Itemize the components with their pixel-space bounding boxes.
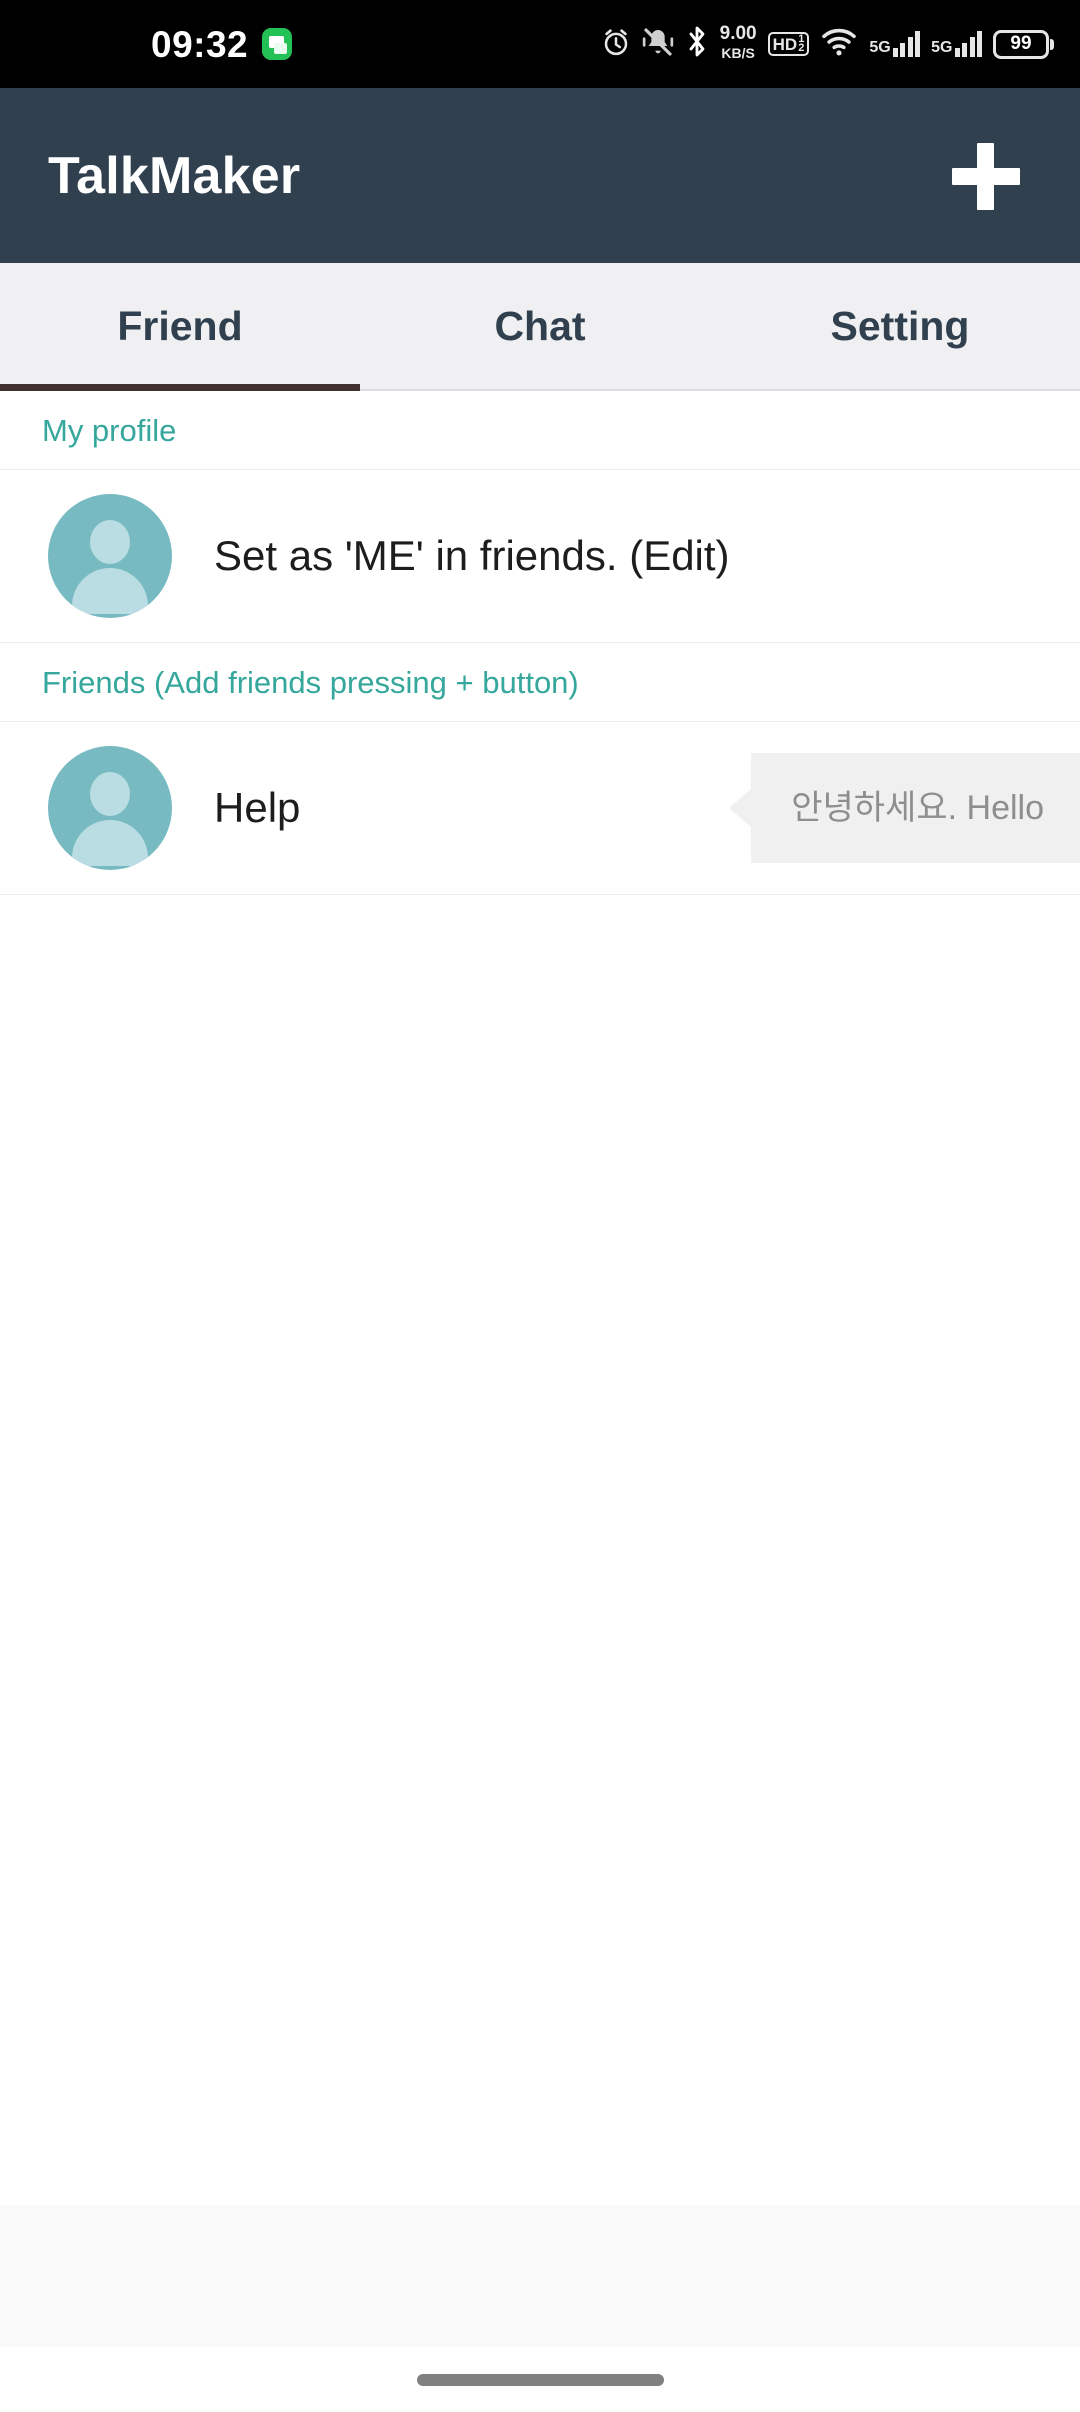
- bluetooth-icon: [685, 25, 709, 63]
- tab-friend[interactable]: Friend: [0, 263, 360, 391]
- my-profile-row[interactable]: Set as 'ME' in friends. (Edit): [0, 470, 1080, 643]
- tab-chat[interactable]: Chat: [360, 263, 720, 389]
- status-bar: 09:32 9.00 KB/S HD 1 2 5G 5G 99: [0, 0, 1080, 88]
- avatar: [48, 494, 172, 618]
- my-profile-name: Set as 'ME' in friends. (Edit): [214, 532, 730, 579]
- battery-cap: [1050, 38, 1054, 50]
- home-gesture-bar[interactable]: [416, 2373, 664, 2386]
- tab-chat-label: Chat: [494, 302, 586, 349]
- wifi-icon: [820, 27, 858, 62]
- status-bar-right: 9.00 KB/S HD 1 2 5G 5G 99: [601, 23, 1054, 63]
- network-speed-value: 9.00: [719, 23, 757, 45]
- sim2-network-label: 5G: [931, 39, 953, 56]
- tab-active-indicator: [0, 384, 360, 391]
- sim2-signal-bars: [954, 31, 982, 57]
- battery-level-label: 99: [993, 29, 1049, 59]
- alarm-clock-icon: [601, 26, 631, 63]
- hd-voice-icon: HD 1 2: [767, 31, 810, 57]
- hd-label: HD: [772, 34, 798, 54]
- network-speed-indicator: 9.00 KB/S: [719, 23, 757, 62]
- status-message-bubble: 안녕하세요. Hello: [751, 753, 1080, 863]
- navigation-bar: [0, 2347, 1080, 2412]
- status-bar-clock: 09:32: [151, 23, 249, 65]
- friend-list: My profile Set as 'ME' in friends. (Edit…: [0, 391, 1080, 895]
- section-header-my-profile: My profile: [0, 391, 1080, 470]
- page-title: TalkMaker: [48, 146, 301, 205]
- bottom-band: [0, 2205, 1080, 2347]
- app-bar: TalkMaker: [0, 88, 1080, 263]
- battery-indicator: 99: [993, 29, 1054, 59]
- phone-screen: 09:32 9.00 KB/S HD 1 2 5G 5G 99 TalkMake…: [0, 0, 1080, 2412]
- avatar: [48, 746, 172, 870]
- sim2-signal-indicator: 5G: [931, 31, 982, 57]
- network-speed-unit: KB/S: [721, 45, 755, 61]
- tab-setting[interactable]: Setting: [720, 263, 1080, 389]
- tab-friend-label: Friend: [117, 302, 243, 349]
- bell-muted-icon: [642, 26, 674, 63]
- messaging-app-icon: [262, 28, 293, 60]
- friend-name: Help: [214, 784, 301, 831]
- tab-setting-label: Setting: [830, 302, 970, 349]
- sim1-signal-indicator: 5G: [869, 31, 921, 57]
- status-bar-left: 09:32: [151, 23, 293, 65]
- section-header-friends: Friends (Add friends pressing + button): [0, 643, 1080, 722]
- friend-row-help[interactable]: Help 안녕하세요. Hello: [0, 722, 1080, 895]
- hd-sub: 2: [798, 42, 805, 54]
- sim1-signal-bars: [892, 31, 921, 57]
- sim1-network-label: 5G: [869, 39, 891, 56]
- add-friend-button[interactable]: [940, 130, 1032, 222]
- tab-bar: Friend Chat Setting: [0, 263, 1080, 391]
